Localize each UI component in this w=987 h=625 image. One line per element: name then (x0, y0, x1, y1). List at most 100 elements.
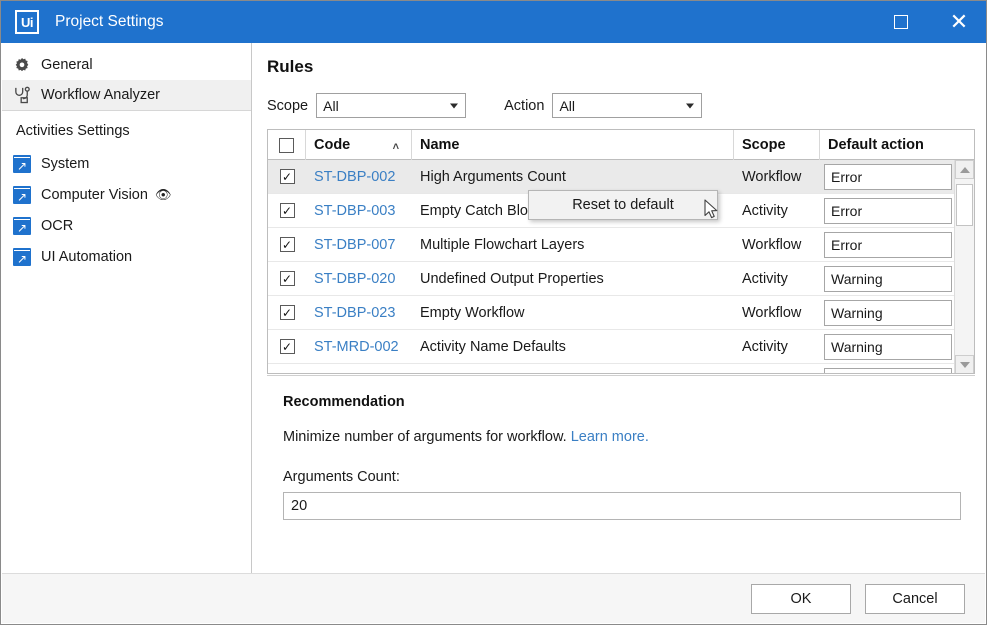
row-checkbox-cell[interactable]: ✓ (268, 296, 306, 330)
row-action-cell: Warning (820, 262, 960, 296)
recommendation-text: Minimize number of arguments for workflo… (283, 429, 567, 445)
table-row[interactable]: ✓ ST-DBP-002 High Arguments Count Workfl… (268, 160, 974, 194)
window-title: Project Settings (55, 13, 164, 30)
row-checkbox-cell[interactable] (268, 364, 306, 374)
page-title: Rules (267, 57, 314, 76)
select-all-checkbox[interactable] (279, 137, 294, 153)
sidebar-section-activities-settings: Activities Settings (16, 123, 130, 139)
row-action-select[interactable]: Error (824, 231, 952, 258)
row-code[interactable]: ST-MRD-002 (306, 330, 412, 364)
row-name: Empty Workflow (420, 304, 525, 321)
row-checkbox-cell[interactable]: ✓ (268, 262, 306, 296)
row-action-select[interactable]: Error (824, 163, 952, 190)
row-action-cell: Warning (820, 296, 960, 330)
sidebar-item-computer-vision[interactable]: ↗ Computer Vision 👁 (2, 179, 251, 210)
row-code[interactable]: ST-DBP-007 (306, 228, 412, 262)
table-scrollbar[interactable] (954, 160, 974, 373)
row-action-select[interactable]: Error (824, 197, 952, 224)
sidebar-item-label: Workflow Analyzer (41, 87, 160, 103)
scroll-down-button[interactable] (955, 355, 974, 373)
recommendation-text-row: Minimize number of arguments for workflo… (283, 429, 959, 445)
cancel-button[interactable]: Cancel (865, 583, 965, 614)
row-checkbox[interactable]: ✓ (279, 237, 295, 252)
row-action-select[interactable]: Warning (824, 333, 952, 360)
arguments-count-input[interactable]: 20 (283, 492, 961, 520)
package-icon: ↗ (11, 153, 33, 175)
table-row-partial[interactable] (268, 364, 974, 374)
package-icon: ↗ (11, 246, 33, 268)
table-header-row: Code ˄ Name Scope Default action (268, 130, 974, 160)
row-action-cell: Error (820, 160, 960, 194)
row-action-value: Warning (831, 338, 883, 355)
row-code[interactable]: ST-DBP-020 (306, 262, 412, 296)
row-checkbox[interactable]: ✓ (279, 169, 295, 184)
context-menu: Reset to default (528, 190, 718, 220)
learn-more-link[interactable]: Learn more. (571, 429, 649, 445)
close-button[interactable]: ✕ (930, 1, 986, 43)
row-checkbox-cell[interactable]: ✓ (268, 160, 306, 194)
column-header-code-label: Code (314, 137, 351, 153)
row-action-select[interactable]: Warning (824, 299, 952, 326)
gear-icon (11, 54, 33, 76)
recommendation-panel: Recommendation Minimize number of argume… (267, 375, 975, 565)
row-name: Multiple Flowchart Layers (420, 236, 585, 253)
select-all-header[interactable] (268, 130, 306, 160)
row-code[interactable]: ST-DBP-002 (306, 160, 412, 194)
table-row[interactable]: ✓ ST-DBP-007 Multiple Flowchart Layers W… (268, 228, 974, 262)
row-scope: Activity (742, 338, 788, 355)
row-action-select[interactable]: Warning (824, 265, 952, 292)
row-checkbox[interactable]: ✓ (279, 339, 295, 354)
context-menu-item-reset-to-default[interactable]: Reset to default (572, 197, 674, 213)
row-code[interactable]: ST-DBP-023 (306, 296, 412, 330)
column-header-default-action[interactable]: Default action (820, 130, 960, 160)
row-action-value: Error (831, 236, 863, 253)
sidebar-item-system[interactable]: ↗ System (2, 148, 251, 179)
scope-filter-select[interactable]: All (316, 93, 467, 118)
row-code[interactable]: ST-DBP-003 (306, 194, 412, 228)
row-action-value: Error (831, 202, 863, 219)
ok-button[interactable]: OK (751, 583, 851, 614)
sidebar-item-label: General (41, 56, 93, 73)
sidebar-item-label: UI Automation (41, 248, 133, 265)
dialog-footer: OK Cancel (2, 573, 985, 623)
column-header-scope[interactable]: Scope (734, 130, 820, 160)
row-checkbox[interactable]: ✓ (279, 305, 295, 320)
row-checkbox-cell[interactable]: ✓ (268, 228, 306, 262)
row-code[interactable] (306, 364, 412, 374)
row-action-cell (820, 364, 960, 373)
row-checkbox[interactable] (280, 373, 295, 374)
row-scope: Activity (742, 270, 788, 287)
row-checkbox-cell[interactable]: ✓ (268, 330, 306, 364)
chevron-down-icon (686, 103, 695, 108)
arguments-count-label: Arguments Count: (283, 469, 400, 485)
action-filter-select[interactable]: All (552, 93, 703, 118)
chevron-down-icon (450, 103, 459, 108)
maximize-button[interactable] (872, 1, 930, 43)
column-header-name[interactable]: Name (412, 130, 734, 160)
package-icon: ↗ (11, 184, 33, 206)
sidebar-item-general[interactable]: General (2, 49, 251, 80)
row-name: Undefined Output Properties (420, 270, 604, 287)
sidebar-item-workflow-analyzer[interactable]: Workflow Analyzer (2, 80, 251, 111)
sidebar-item-label: Computer Vision (41, 186, 148, 203)
row-action-select[interactable] (824, 367, 952, 373)
row-checkbox[interactable]: ✓ (279, 271, 295, 286)
row-checkbox[interactable]: ✓ (279, 203, 295, 218)
column-header-code[interactable]: Code ˄ (306, 130, 412, 160)
sidebar-item-ui-automation[interactable]: ↗ UI Automation (2, 241, 251, 272)
scroll-up-button[interactable] (955, 160, 974, 179)
table-row[interactable]: ✓ ST-MRD-002 Activity Name Defaults Acti… (268, 330, 974, 364)
row-scope: Workflow (742, 304, 802, 321)
row-scope (734, 364, 820, 374)
chevron-up-icon (959, 166, 970, 173)
table-row[interactable]: ✓ ST-DBP-023 Empty Workflow Workflow War… (268, 296, 974, 330)
row-scope: Workflow (742, 168, 802, 185)
table-row[interactable]: ✓ ST-DBP-020 Undefined Output Properties… (268, 262, 974, 296)
scrollbar-thumb[interactable] (956, 184, 973, 226)
content-panel: Rules Scope All Action All Code ˄ Name S… (253, 43, 986, 575)
action-filter-value: All (559, 97, 575, 114)
row-action-cell: Error (820, 194, 960, 228)
title-bar: Ui Project Settings ✕ (1, 1, 986, 43)
sidebar-item-ocr[interactable]: ↗ OCR (2, 210, 251, 241)
row-checkbox-cell[interactable]: ✓ (268, 194, 306, 228)
